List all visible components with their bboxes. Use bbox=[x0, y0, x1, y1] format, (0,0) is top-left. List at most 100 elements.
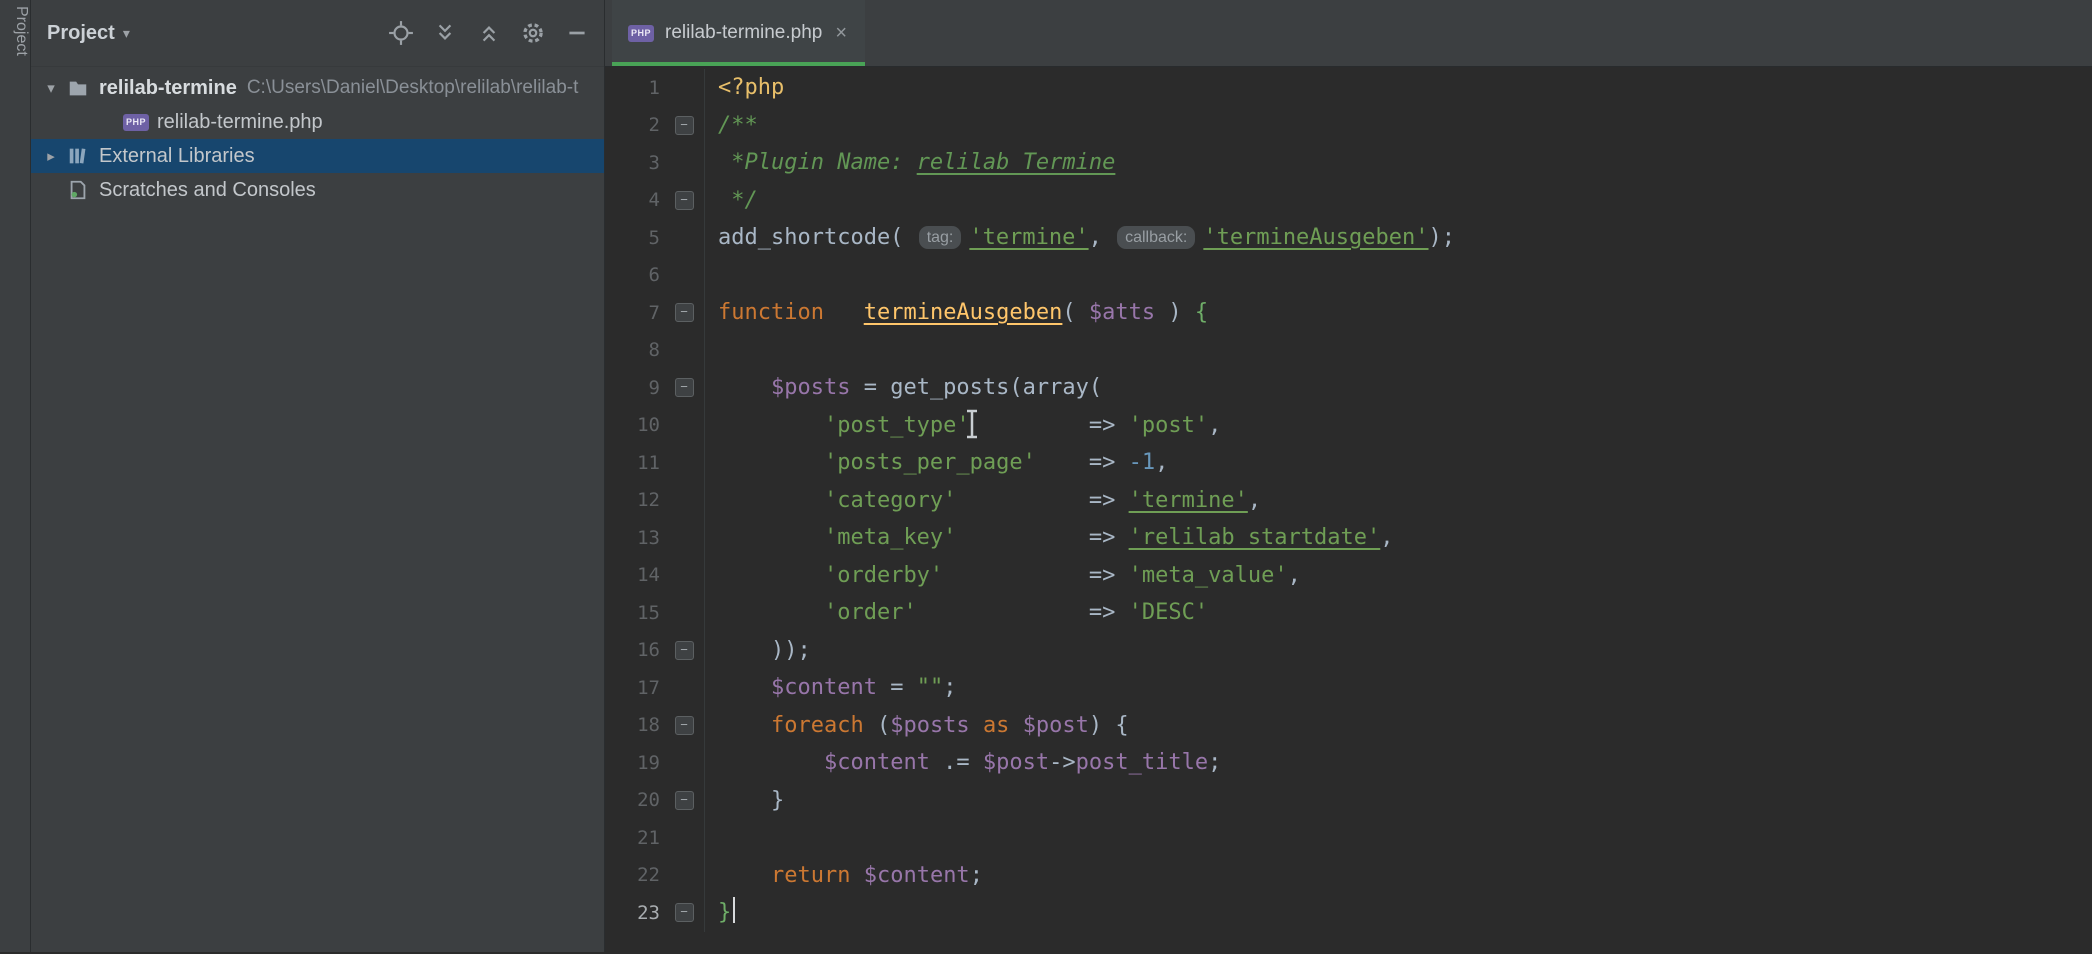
code-line: 5add_shortcode( tag:'termine', callback:… bbox=[604, 219, 2092, 257]
fold-end-icon[interactable]: − bbox=[675, 903, 694, 922]
collapse-all-icon[interactable] bbox=[476, 20, 502, 46]
code-text: } bbox=[704, 894, 2092, 932]
code-line: 11 'posts_per_page' => -1, bbox=[604, 444, 2092, 482]
settings-gear-icon[interactable] bbox=[520, 20, 546, 46]
code-text: foreach ($posts as $post) { bbox=[704, 707, 2092, 745]
code-text: */ bbox=[704, 182, 2092, 220]
tab-label: relilab-termine.php bbox=[665, 22, 822, 44]
line-number: 14 bbox=[604, 564, 664, 586]
tree-item[interactable]: PHPrelilab-termine.php bbox=[31, 105, 604, 139]
code-text: $content = ""; bbox=[704, 669, 2092, 707]
code-line: 16− )); bbox=[604, 632, 2092, 670]
tree-item[interactable]: ▸External Libraries bbox=[31, 139, 604, 173]
code-line: 8 bbox=[604, 332, 2092, 370]
code-token bbox=[718, 863, 771, 888]
code-token: ( bbox=[1062, 300, 1089, 325]
chevron-down-icon[interactable]: ▾ bbox=[123, 25, 130, 42]
tree-item[interactable]: ▾relilab-termineC:\Users\Daniel\Desktop\… bbox=[31, 71, 604, 105]
code-token bbox=[718, 713, 771, 738]
line-number: 22 bbox=[604, 864, 664, 886]
project-panel-title[interactable]: Project bbox=[47, 22, 115, 45]
code-token: foreach bbox=[771, 713, 864, 738]
editor-tab-bar: PHP relilab-termine.php × bbox=[604, 0, 2092, 67]
code-token: 'meta_value' bbox=[1129, 563, 1288, 588]
chevron-right-icon[interactable]: ▸ bbox=[37, 147, 65, 165]
locate-icon[interactable] bbox=[388, 20, 414, 46]
code-text: } bbox=[704, 782, 2092, 820]
tab-relilab-termine-php[interactable]: PHP relilab-termine.php × bbox=[612, 0, 865, 66]
code-token: /** bbox=[718, 113, 758, 138]
code-token: 'meta_key' bbox=[824, 525, 956, 550]
code-token: => bbox=[970, 413, 1129, 438]
code-text: function termineAusgeben( $atts ) { bbox=[704, 294, 2092, 332]
gutter-fold-column: − bbox=[664, 641, 704, 660]
expand-all-icon[interactable] bbox=[432, 20, 458, 46]
project-panel-header: Project ▾ bbox=[31, 0, 604, 67]
code-token bbox=[718, 525, 824, 550]
code-token: = bbox=[877, 675, 917, 700]
gutter-fold-column: − bbox=[664, 716, 704, 735]
fold-end-icon[interactable]: − bbox=[675, 641, 694, 660]
line-number: 13 bbox=[604, 527, 664, 549]
code-token bbox=[850, 863, 863, 888]
tree-item-label: relilab-termine.php bbox=[157, 111, 323, 134]
code-text: 'order' => 'DESC' bbox=[704, 594, 2092, 632]
code-token: 'DESC' bbox=[1129, 600, 1208, 625]
code-token: *Plugin Name: bbox=[718, 150, 917, 175]
code-token bbox=[718, 563, 824, 588]
code-token: post_title bbox=[1076, 750, 1208, 775]
line-number: 12 bbox=[604, 489, 664, 511]
gutter-fold-column: − bbox=[664, 903, 704, 922]
code-text: $posts = get_posts(array( bbox=[704, 369, 2092, 407]
editor[interactable]: 1<?php2−/**3 *Plugin Name: relilab Termi… bbox=[604, 67, 2092, 954]
code-token: 'termineAusgeben' bbox=[1203, 225, 1428, 250]
line-number: 10 bbox=[604, 414, 664, 436]
line-number: 20 bbox=[604, 789, 664, 811]
code-token: 'category' bbox=[824, 488, 956, 513]
fold-end-icon[interactable]: − bbox=[675, 191, 694, 210]
tree-item-label: relilab-termine bbox=[99, 77, 237, 100]
code-line: 22 return $content; bbox=[604, 857, 2092, 895]
code-token bbox=[718, 450, 824, 475]
code-token: ; bbox=[943, 675, 956, 700]
code-token: => bbox=[943, 563, 1128, 588]
code-line: 20− } bbox=[604, 782, 2092, 820]
code-token: $post bbox=[983, 750, 1049, 775]
fold-collapse-icon[interactable]: − bbox=[675, 378, 694, 397]
code-token: $content bbox=[824, 750, 930, 775]
fold-collapse-icon[interactable]: − bbox=[675, 716, 694, 735]
line-number: 2 bbox=[604, 114, 664, 136]
code-token: <?php bbox=[718, 75, 784, 100]
fold-end-icon[interactable]: − bbox=[675, 791, 694, 810]
chevron-down-icon[interactable]: ▾ bbox=[37, 79, 65, 97]
code-line: 10 'post_type' => 'post', bbox=[604, 407, 2092, 445]
code-token: function bbox=[718, 300, 824, 325]
code-token: ; bbox=[1208, 750, 1221, 775]
code-text: 'category' => 'termine', bbox=[704, 482, 2092, 520]
code-line: 19 $content .= $post->post_title; bbox=[604, 744, 2092, 782]
close-icon[interactable]: × bbox=[833, 22, 849, 45]
code-token: $atts bbox=[1089, 300, 1155, 325]
line-number: 21 bbox=[604, 827, 664, 849]
code-line: 6 bbox=[604, 257, 2092, 295]
code-token: => bbox=[956, 488, 1128, 513]
code-text: *Plugin Name: relilab Termine bbox=[704, 144, 2092, 182]
line-number: 4 bbox=[604, 189, 664, 211]
code-token: $posts bbox=[890, 713, 969, 738]
project-toolwindow-button[interactable]: Project bbox=[0, 6, 30, 56]
fold-collapse-icon[interactable]: − bbox=[675, 116, 694, 135]
line-number: 3 bbox=[604, 152, 664, 174]
code-token bbox=[970, 713, 983, 738]
line-number: 8 bbox=[604, 339, 664, 361]
code-token: 'orderby' bbox=[824, 563, 943, 588]
code-token: , bbox=[1380, 525, 1393, 550]
code-token: 'termine' bbox=[1129, 488, 1248, 513]
tree-item[interactable]: Scratches and Consoles bbox=[31, 173, 604, 207]
code-line: 7−function termineAusgeben( $atts ) { bbox=[604, 294, 2092, 332]
fold-collapse-icon[interactable]: − bbox=[675, 303, 694, 322]
code-line: 1<?php bbox=[604, 69, 2092, 107]
code-text: return $content; bbox=[704, 857, 2092, 895]
code-token: => bbox=[956, 525, 1128, 550]
code-token: , bbox=[1248, 488, 1261, 513]
hide-panel-icon[interactable] bbox=[564, 20, 590, 46]
